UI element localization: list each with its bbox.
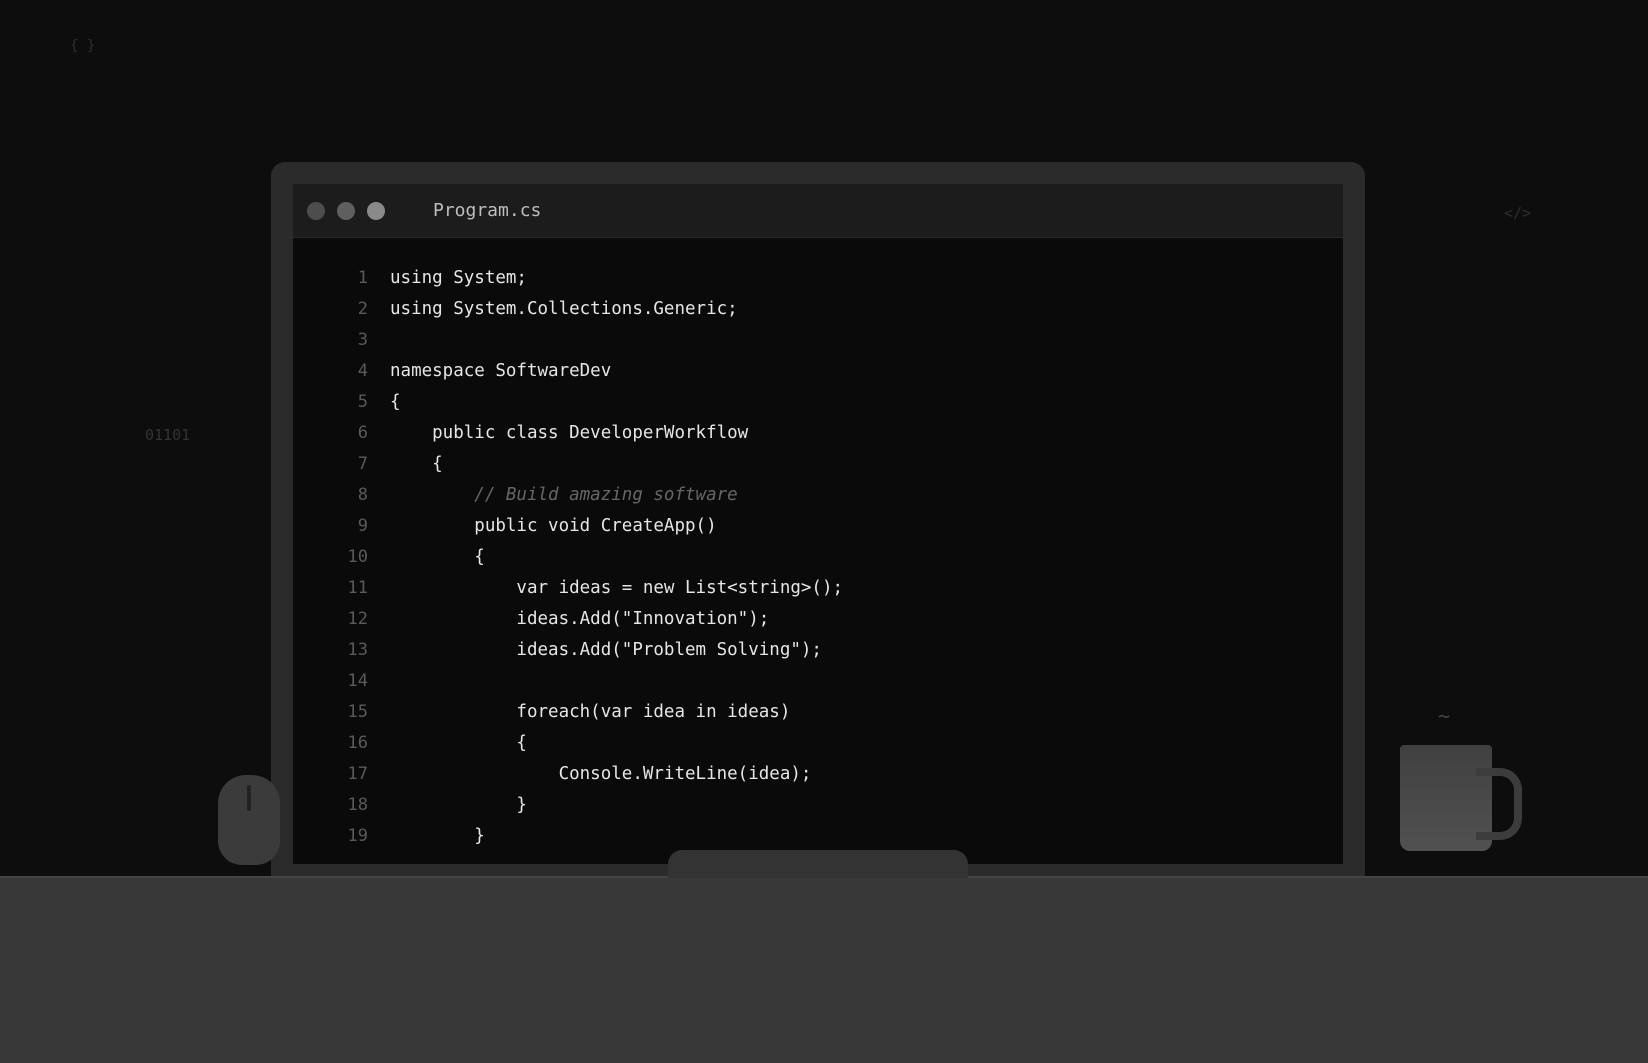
code-line[interactable]: 5{ xyxy=(293,386,1343,417)
line-text: { xyxy=(390,391,401,412)
code-line[interactable]: 7 { xyxy=(293,448,1343,479)
line-number: 15 xyxy=(347,701,368,722)
line-number: 14 xyxy=(347,670,368,691)
desk xyxy=(0,876,1648,1063)
decor-braces: { } xyxy=(70,38,96,54)
line-number: 18 xyxy=(347,794,368,815)
line-text: } xyxy=(390,825,485,846)
monitor: Program.cs 1 using System; 2 using System.C… xyxy=(271,162,1365,878)
line-text: public class DeveloperWorkflow xyxy=(390,422,749,443)
file-tab[interactable]: Program.cs xyxy=(433,200,541,221)
line-number: 9 xyxy=(357,515,368,536)
line-text: { xyxy=(390,546,485,567)
mug-handle xyxy=(1476,768,1522,840)
line-text: ideas.Add("Problem Solving"); xyxy=(390,639,822,660)
code-line[interactable]: 19 } xyxy=(293,820,1343,851)
line-text: using System; xyxy=(390,267,527,288)
line-number: 19 xyxy=(347,825,368,846)
code-line[interactable]: 18 } xyxy=(293,789,1343,820)
code-line[interactable]: 9 public void CreateApp() xyxy=(293,510,1343,541)
decor-code-tag: </> xyxy=(1504,204,1532,222)
line-number: 13 xyxy=(347,639,368,660)
code-line[interactable]: 13 ideas.Add("Problem Solving"); xyxy=(293,634,1343,665)
monitor-stand xyxy=(668,850,968,878)
code-line[interactable]: 6 public class DeveloperWorkflow xyxy=(293,417,1343,448)
line-text: // Build amazing software xyxy=(390,484,738,505)
decor-binary: 01101 xyxy=(145,426,191,444)
line-number: 4 xyxy=(357,360,368,381)
code-line[interactable]: 3 xyxy=(293,324,1343,355)
line-number: 8 xyxy=(357,484,368,505)
line-number: 5 xyxy=(357,391,368,412)
line-text: } xyxy=(390,794,527,815)
code-line[interactable]: 16 { xyxy=(293,727,1343,758)
mouse-icon xyxy=(218,775,280,865)
line-text: ideas.Add("Innovation"); xyxy=(390,608,770,629)
line-number: 17 xyxy=(347,763,368,784)
line-number: 10 xyxy=(347,546,368,567)
mouse-wheel xyxy=(247,785,251,811)
line-text: { xyxy=(390,732,527,753)
code-line[interactable]: 17 Console.WriteLine(idea); xyxy=(293,758,1343,789)
line-number: 1 xyxy=(357,267,368,288)
code-line[interactable]: 4 namespace SoftwareDev xyxy=(293,355,1343,386)
line-text: using System.Collections.Generic; xyxy=(390,298,738,319)
line-number: 7 xyxy=(357,453,368,474)
maximize-window-button[interactable] xyxy=(367,201,385,220)
editor-titlebar: Program.cs xyxy=(293,184,1343,238)
line-text: namespace SoftwareDev xyxy=(390,360,612,381)
code-line[interactable]: 14 xyxy=(293,665,1343,696)
line-number: 3 xyxy=(357,329,368,350)
code-line[interactable]: 8 // Build amazing software xyxy=(293,479,1343,510)
line-text: foreach(var idea in ideas) xyxy=(390,701,791,722)
code-line[interactable]: 11 var ideas = new List<string>(); xyxy=(293,572,1343,603)
steam-icon: ~ xyxy=(1438,704,1451,728)
line-number: 12 xyxy=(347,608,368,629)
line-number: 2 xyxy=(357,298,368,319)
code-line[interactable]: 12 ideas.Add("Innovation"); xyxy=(293,603,1343,634)
line-text: { xyxy=(390,453,443,474)
line-number: 16 xyxy=(347,732,368,753)
code-line[interactable]: 1 using System; xyxy=(293,262,1343,293)
code-line[interactable]: 2 using System.Collections.Generic; xyxy=(293,293,1343,324)
editor-window: Program.cs 1 using System; 2 using System.C… xyxy=(293,184,1343,864)
line-text: var ideas = new List<string>(); xyxy=(390,577,844,598)
line-text: Console.WriteLine(idea); xyxy=(390,763,812,784)
line-number: 6 xyxy=(357,422,368,443)
line-number: 11 xyxy=(347,577,368,598)
code-line[interactable]: 10 { xyxy=(293,541,1343,572)
line-text: public void CreateApp() xyxy=(390,515,717,536)
code-line[interactable]: 15 foreach(var idea in ideas) xyxy=(293,696,1343,727)
close-window-button[interactable] xyxy=(307,201,325,220)
code-area[interactable]: 1 using System; 2 using System.Collections.… xyxy=(293,262,1343,851)
minimize-window-button[interactable] xyxy=(337,201,355,220)
